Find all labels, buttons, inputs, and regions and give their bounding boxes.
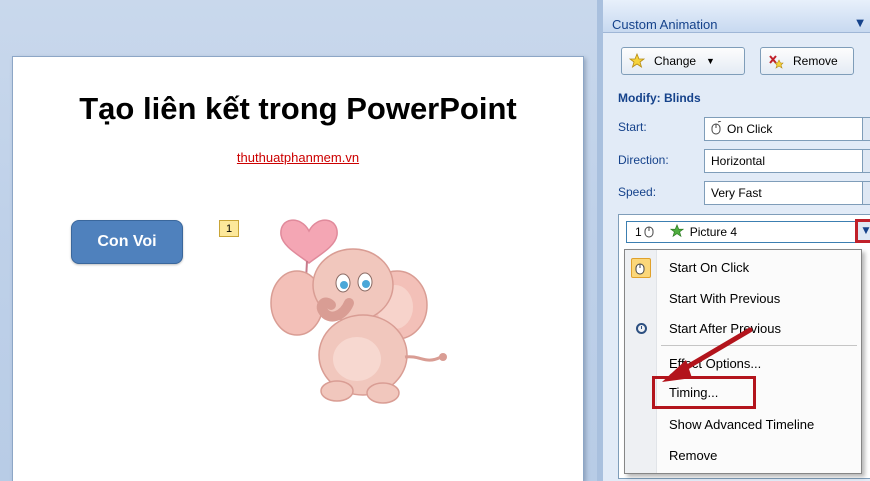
star-icon	[669, 223, 684, 241]
menu-item-remove[interactable]: Remove	[625, 440, 861, 471]
modify-heading: Modify: Blinds	[618, 91, 701, 105]
remove-label: Remove	[793, 54, 838, 68]
con-voi-shape-button[interactable]: Con Voi	[71, 220, 183, 264]
speed-value: Very Fast	[711, 186, 762, 200]
direction-dropdown[interactable]: Horizontal	[704, 149, 870, 173]
slide-editor-area: Tạo liên kết trong PowerPoint thuthuatph…	[0, 0, 597, 481]
animation-order-tag: 1	[219, 220, 239, 237]
timing-highlight-box	[652, 376, 756, 409]
change-effect-button[interactable]: Change ▼	[621, 47, 745, 75]
slide-title[interactable]: Tạo liên kết trong PowerPoint	[13, 91, 583, 127]
menu-label: Effect Options...	[669, 356, 762, 371]
start-dropdown-arrow[interactable]	[862, 117, 870, 141]
menu-item-show-advanced-timeline[interactable]: Show Advanced Timeline	[625, 409, 861, 440]
menu-item-start-with-previous[interactable]: Start With Previous	[625, 283, 861, 314]
star-icon	[628, 53, 646, 69]
start-label: Start:	[618, 120, 647, 134]
elephant-picture[interactable]	[245, 207, 465, 407]
slide-hyperlink[interactable]: thuthuatphanmem.vn	[13, 150, 583, 165]
mouse-click-icon	[644, 224, 656, 241]
direction-label: Direction:	[618, 153, 669, 167]
direction-value: Horizontal	[711, 154, 766, 168]
start-dropdown[interactable]: On Click	[704, 117, 870, 141]
mouse-click-icon	[711, 120, 723, 138]
menu-item-start-after-previous[interactable]: Start After Previous	[625, 313, 861, 344]
remove-effect-icon	[767, 53, 785, 69]
dropdown-arrow-icon: ▼	[862, 226, 870, 236]
remove-effect-button[interactable]: Remove	[760, 47, 854, 75]
animation-item-dropdown-button[interactable]: ▼	[855, 219, 870, 243]
start-value: On Click	[727, 122, 773, 136]
pane-menu-arrow-icon[interactable]: ▼	[856, 18, 864, 29]
speed-dropdown[interactable]: Very Fast	[704, 181, 870, 205]
speed-label: Speed:	[618, 185, 657, 199]
menu-label: Start On Click	[669, 260, 750, 275]
slide-canvas[interactable]: Tạo liên kết trong PowerPoint thuthuatph…	[12, 56, 584, 481]
chevron-down-icon: ▼	[706, 56, 715, 66]
change-label: Change	[654, 54, 697, 68]
menu-item-start-on-click[interactable]: Start On Click	[625, 252, 861, 283]
pane-header: Custom Animation ▼	[603, 0, 870, 33]
animation-list-item[interactable]: 1 Picture 4	[626, 221, 863, 243]
speed-dropdown-arrow[interactable]	[862, 181, 870, 205]
menu-label: Start With Previous	[669, 291, 781, 306]
menu-label: Start After Previous	[669, 321, 781, 336]
mouse-click-icon	[631, 257, 651, 278]
direction-dropdown-arrow[interactable]	[862, 149, 870, 173]
animation-item-name: Picture 4	[689, 225, 738, 239]
clock-icon	[631, 319, 651, 339]
menu-item-effect-options[interactable]: Effect Options...	[625, 348, 861, 379]
menu-separator	[661, 345, 857, 346]
animation-number: 1	[635, 225, 642, 239]
pane-title: Custom Animation	[612, 17, 718, 32]
menu-label: Show Advanced Timeline	[669, 417, 815, 432]
menu-label: Remove	[669, 448, 718, 463]
animation-context-menu: Start On Click Start With Previous Start…	[624, 249, 862, 474]
